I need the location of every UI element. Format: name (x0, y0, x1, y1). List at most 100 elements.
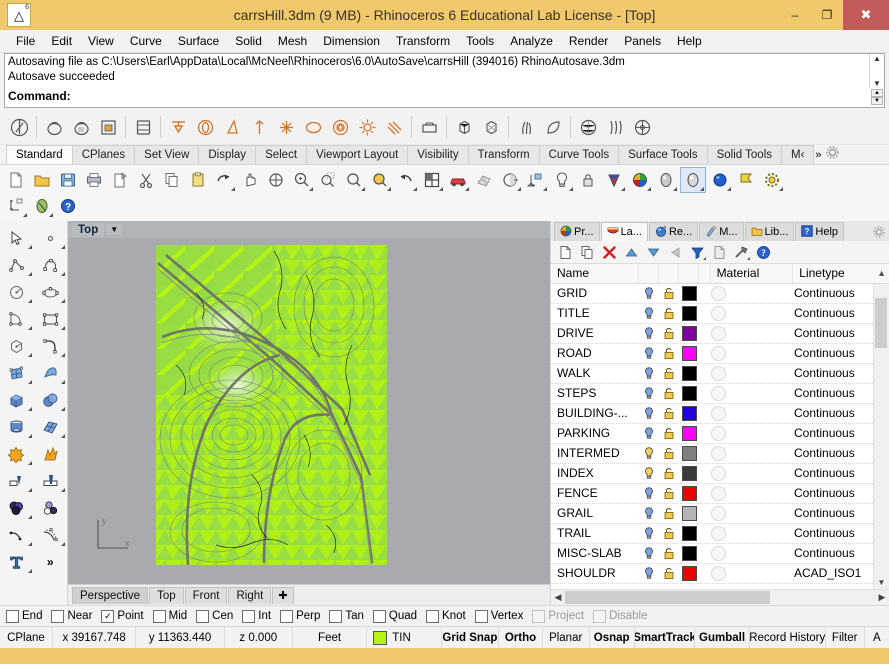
minimize-button[interactable]: – (779, 0, 811, 30)
dropdown-corner-icon[interactable] (465, 187, 469, 191)
table-row[interactable]: SHOULDRACAD_ISO1 (551, 564, 889, 584)
layer-name[interactable]: MISC-SLAB (551, 544, 639, 563)
shade-icon[interactable] (498, 168, 522, 192)
dropdown-corner-icon[interactable] (28, 272, 32, 276)
tab-mesh-tools[interactable]: M‹ (781, 145, 814, 164)
properties-page-icon[interactable] (710, 243, 728, 261)
table-row[interactable]: ROADContinuous (551, 344, 889, 364)
dropdown-corner-icon[interactable] (49, 213, 53, 217)
osnap-project[interactable]: Project (532, 610, 584, 623)
osnap-point[interactable]: ✓Point (101, 610, 143, 623)
delete-layer-icon[interactable] (600, 243, 618, 261)
rotate-view-icon[interactable] (394, 168, 418, 192)
visibility-bulb-icon[interactable] (639, 424, 659, 443)
visibility-bulb-icon[interactable] (639, 524, 659, 543)
dropdown-corner-icon[interactable] (61, 326, 65, 330)
layer-linetype[interactable]: Continuous (794, 424, 875, 443)
visibility-bulb-icon[interactable] (639, 544, 659, 563)
render-mesh-settings-icon[interactable] (472, 168, 496, 192)
new-file-icon[interactable] (4, 168, 28, 192)
menu-item-transform[interactable]: Transform (388, 32, 458, 50)
new-sublayer-icon[interactable] (578, 243, 596, 261)
offset-curve-icon[interactable] (34, 522, 68, 548)
menu-item-edit[interactable]: Edit (43, 32, 80, 50)
menu-item-curve[interactable]: Curve (122, 32, 170, 50)
checkbox[interactable] (475, 610, 488, 623)
explode-icon[interactable] (0, 441, 34, 467)
boolean-difference-icon[interactable] (34, 495, 68, 521)
box-wireframe-icon[interactable] (451, 114, 477, 140)
layer-name[interactable]: BUILDING-... (551, 404, 639, 423)
box-solid-icon[interactable] (0, 387, 34, 413)
tab-transform[interactable]: Transform (468, 145, 540, 164)
checkbox[interactable] (373, 610, 386, 623)
dropdown-corner-icon[interactable] (28, 461, 32, 465)
lock-icon[interactable] (659, 344, 679, 363)
layer-material[interactable] (711, 424, 794, 443)
save-file-icon[interactable] (56, 168, 80, 192)
osnap-int[interactable]: Int (242, 610, 271, 623)
layer-material[interactable] (711, 504, 794, 523)
plus-icon[interactable]: ✚ (272, 587, 293, 604)
tab-curve-tools[interactable]: Curve Tools (539, 145, 620, 164)
table-row[interactable]: TITLEContinuous (551, 304, 889, 324)
light-sun-icon[interactable] (300, 114, 326, 140)
layer-material[interactable] (711, 564, 794, 583)
dropdown-corner-icon[interactable] (621, 187, 625, 191)
dropdown-corner-icon[interactable] (28, 245, 32, 249)
arc-icon[interactable] (0, 306, 34, 332)
column-header-name[interactable]: Name (551, 264, 639, 283)
point-icon[interactable] (34, 225, 68, 251)
zoom-target-icon[interactable] (368, 168, 392, 192)
checkbox[interactable]: ✓ (101, 610, 114, 623)
panel-tab-help[interactable]: ? Help (795, 222, 844, 241)
layer-color-swatch[interactable] (679, 384, 699, 403)
menu-item-tools[interactable]: Tools (458, 32, 502, 50)
tools-icon[interactable] (732, 243, 750, 261)
command-history-scrollbar[interactable]: ▲ ▼ (869, 54, 884, 88)
filter-icon[interactable] (688, 243, 706, 261)
menu-item-help[interactable]: Help (669, 32, 710, 50)
flag-icon[interactable] (734, 168, 758, 192)
lock-icon[interactable] (659, 384, 679, 403)
dropdown-corner-icon[interactable] (28, 542, 32, 546)
osnap-near[interactable]: Near (51, 610, 92, 623)
table-row[interactable]: TRAILContinuous (551, 524, 889, 544)
osnap-perp[interactable]: Perp (280, 610, 320, 623)
viewport-tab-perspective[interactable]: Perspective (72, 587, 148, 604)
dropdown-corner-icon[interactable] (61, 542, 65, 546)
layer-linetype[interactable]: Continuous (794, 444, 875, 463)
lock-icon[interactable] (576, 168, 600, 192)
split-icon[interactable] (34, 468, 68, 494)
visibility-bulb-icon[interactable] (639, 284, 659, 303)
tab-solid-tools[interactable]: Solid Tools (707, 145, 782, 164)
column-header-lock[interactable] (659, 264, 679, 283)
layer-table-hscrollbar[interactable]: ◀ ▶ (551, 589, 889, 605)
dropdown-corner-icon[interactable] (569, 187, 573, 191)
tab-cplanes[interactable]: CPlanes (72, 145, 135, 164)
visibility-bulb-icon[interactable] (639, 344, 659, 363)
layer-color-swatch[interactable] (679, 464, 699, 483)
dropdown-corner-icon[interactable] (517, 187, 521, 191)
move-down-icon[interactable] (644, 243, 662, 261)
viewport-title[interactable]: Top (72, 223, 104, 237)
cylinder-icon[interactable] (0, 414, 34, 440)
tab-visibility[interactable]: Visibility (407, 145, 468, 164)
dropdown-corner-icon[interactable] (703, 257, 706, 260)
dropdown-corner-icon[interactable] (747, 257, 750, 260)
viewport-tab-right[interactable]: Right (228, 587, 271, 604)
dropdown-corner-icon[interactable] (647, 187, 651, 191)
color-wheel-icon[interactable] (628, 168, 652, 192)
tab-viewport-layout[interactable]: Viewport Layout (306, 145, 408, 164)
layer-color-swatch[interactable] (679, 404, 699, 423)
layer-name[interactable]: INDEX (551, 464, 639, 483)
layer-linetype[interactable]: Continuous (794, 464, 875, 483)
dropdown-corner-icon[interactable] (61, 488, 65, 492)
column-header-visible[interactable] (639, 264, 659, 283)
status-cplane[interactable]: CPlane (0, 627, 53, 648)
visibility-bulb-icon[interactable] (639, 404, 659, 423)
osnap-vertex[interactable]: Vertex (475, 610, 524, 623)
layer-name[interactable]: GRAIL (551, 504, 639, 523)
table-row[interactable]: DRIVEContinuous (551, 324, 889, 344)
zoom-dynamic-icon[interactable] (342, 168, 366, 192)
